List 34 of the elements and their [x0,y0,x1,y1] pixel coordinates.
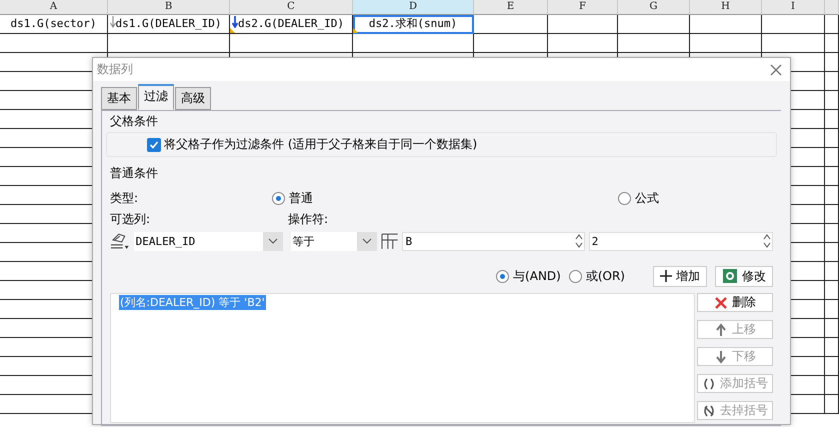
column-header[interactable]: H [690,0,762,15]
tab[interactable]: 过滤 [138,84,174,110]
table-cell[interactable]: ds1.G(DEALER_ID) [108,15,230,34]
column-header[interactable]: G [618,0,690,15]
table-cell[interactable]: ds1.G(sector) [0,15,108,34]
value-field[interactable]: B [402,232,585,250]
column-header[interactable]: F [548,0,618,15]
table-cell[interactable]: ds2.G(DEALER_ID) [230,15,353,34]
field-label: 操作符: [288,210,328,228]
operator-dropdown[interactable]: 等于 [290,232,377,250]
column-header[interactable]: C [230,0,353,15]
number-field[interactable]: 2 [588,232,773,250]
column-header[interactable]: B [108,0,230,15]
radio-label: 普通 [289,190,314,206]
modify-button[interactable]: 修改 [715,266,773,286]
tab[interactable]: 基本 [101,87,137,110]
radio-label: 公式 [635,190,660,206]
group-title: 父格条件 [109,113,159,130]
radio-label: 与(AND) [513,268,561,284]
column-header[interactable]: E [474,0,548,15]
delete-button[interactable]: 删除 [697,293,773,312]
dialog-title: 数据列 [97,61,133,78]
radio-label: 或(OR) [586,268,625,284]
column-dropdown[interactable]: DEALER_ID [134,232,283,250]
column-header[interactable]: A [0,0,108,15]
checkbox-label: 将父格子作为过滤条件 (适用于父子格来自于同一个数据集) [164,136,478,153]
column-header[interactable]: I [762,0,825,15]
table-cell[interactable]: ds2.求和(snum) [353,15,474,34]
group-title: 普通条件 [109,165,159,182]
column-header[interactable]: D [353,0,474,15]
tab[interactable]: 高级 [175,87,211,110]
add-button[interactable]: 增加 [653,266,707,286]
field-label: 类型: [110,190,138,206]
field-label: 可选列: [110,210,152,228]
